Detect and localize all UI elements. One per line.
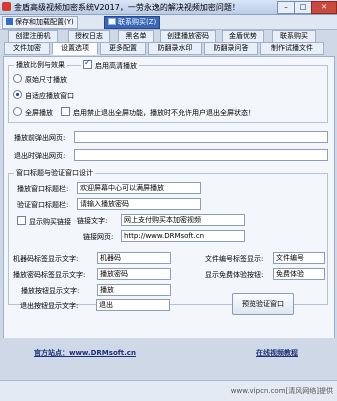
machine-code-input[interactable]: 机器码 — [97, 252, 171, 264]
tab-file-encrypt[interactable]: 文件加密 — [4, 42, 50, 55]
toolbar: 保存和加载配置(Y) 联系购买(Z) — [0, 15, 337, 30]
show-buy-link-checkbox[interactable]: 显示购买链接 — [17, 216, 71, 227]
hq-playback-checkbox[interactable]: 启用高清播放 — [81, 58, 139, 71]
settings-panel: 播放比例与效果 启用高清播放 原始尺寸播放 自适应播放窗口 全屏播放 启用禁止退… — [3, 56, 335, 340]
window-design-group: 窗口标题与验证窗口设计 播放窗口标题栏: 欢迎屏幕中心可以满屏播放 验证窗口标题… — [8, 168, 328, 305]
verify-title-label: 验证窗口标题栏: — [17, 201, 69, 209]
tab-make-trial-file[interactable]: 制作试播文件 — [260, 42, 324, 55]
save-load-config-button[interactable]: 保存和加载配置(Y) — [2, 16, 78, 29]
free-trial-label: 显示免费体验按钮: — [205, 271, 264, 279]
link-text-input[interactable]: 网上支付购买本加密视频 — [121, 214, 245, 226]
checkbox-icon — [17, 216, 26, 225]
tab-strip: 创建注册机 授权日志 黑名单 创建播放密码 金盾优势 联系购买 文件加密 设置选… — [0, 30, 337, 56]
popup-after-label: 退出时弹出网页: — [14, 152, 66, 160]
tab-settings[interactable]: 设置选项 — [52, 42, 98, 55]
official-site-link[interactable]: 官方站点：www.DRMsoft.cn — [34, 348, 136, 358]
verify-title-input[interactable]: 请输入播放密码 — [77, 198, 201, 210]
play-password-input[interactable]: 播放密码 — [97, 268, 171, 280]
contact-purchase-button[interactable]: 联系购买(Z) — [104, 16, 161, 29]
file-number-label: 文件编号标签显示: — [205, 255, 264, 263]
maximize-button[interactable]: □ — [294, 1, 312, 14]
radio-adaptive-window[interactable]: 自适应播放窗口 — [13, 90, 74, 101]
preview-verify-window-button[interactable]: 预览验证窗口 — [232, 293, 294, 315]
watermark-text: www.vipcn.com[清风网络]提供 — [230, 387, 333, 395]
player-title-input[interactable]: 欢迎屏幕中心可以满屏播放 — [77, 182, 201, 194]
hq-playback-check-icon — [83, 58, 92, 69]
status-bar: www.vipcn.com[清风网络]提供 — [0, 380, 337, 401]
radio-adaptive-window-label: 自适应播放窗口 — [25, 92, 74, 100]
window-title: 金盾高级视频加密系统V2017，一劳永逸的解决视频加密问题！ — [14, 3, 240, 12]
online-video-tutorial-link[interactable]: 在线视频教程 — [256, 348, 298, 358]
playback-group: 播放比例与效果 启用高清播放 原始尺寸播放 自适应播放窗口 全屏播放 启用禁止退… — [8, 58, 328, 123]
tab-anti-record-qa[interactable]: 防翻录问答 — [204, 42, 258, 55]
window-design-group-label: 窗口标题与验证窗口设计 — [14, 168, 95, 178]
link-url-input[interactable]: http://www.DRMsoft.cn — [121, 230, 245, 242]
popup-before-url-input[interactable] — [74, 131, 328, 143]
save-icon — [6, 18, 13, 25]
playback-group-label: 播放比例与效果 — [14, 60, 67, 70]
player-title-label: 播放窗口标题栏: — [17, 185, 69, 193]
app-icon — [2, 2, 11, 11]
radio-icon — [13, 74, 22, 83]
play-button-text-input[interactable]: 播放 — [97, 284, 171, 296]
minimize-button[interactable]: – — [277, 1, 295, 14]
link-text-label: 链接文字: — [77, 217, 108, 225]
popup-before-label: 播放前弹出网页: — [14, 134, 66, 142]
radio-original-size-label: 原始尺寸播放 — [25, 76, 67, 84]
radio-icon — [13, 107, 22, 116]
checkbox-icon — [61, 107, 70, 116]
machine-code-label: 机器码标签显示文字: — [13, 255, 79, 263]
play-button-text-label: 播放按钮显示文字: — [21, 287, 80, 295]
save-load-config-label: 保存和加载配置(Y) — [15, 18, 74, 26]
popup-after-url-input[interactable] — [74, 149, 328, 161]
mail-icon — [108, 18, 116, 25]
disable-exit-fullscreen-label: 启用禁止退出全屏功能，播放时不允许用户退出全屏状态！ — [73, 109, 255, 117]
exit-button-text-label: 退出按钮显示文字: — [20, 302, 79, 310]
contact-purchase-label: 联系购买(Z) — [118, 18, 157, 26]
play-password-label: 播放密码标签显示文字: — [13, 271, 86, 279]
tab-more-config[interactable]: 更多配置 — [100, 42, 146, 55]
free-trial-input[interactable]: 免费体验 — [273, 268, 325, 280]
exit-button-text-input[interactable]: 退出 — [96, 299, 170, 311]
disable-exit-fullscreen-checkbox[interactable]: 启用禁止退出全屏功能，播放时不允许用户退出全屏状态！ — [61, 107, 255, 118]
show-buy-link-label: 显示购买链接 — [29, 218, 71, 226]
radio-fullscreen-label: 全屏播放 — [25, 109, 53, 117]
title-bar: 金盾高级视频加密系统V2017，一劳永逸的解决视频加密问题！ – □ ✕ — [0, 0, 337, 15]
hq-playback-label: 启用高清播放 — [95, 62, 137, 70]
tab-anti-record-watermark[interactable]: 防翻录水印 — [148, 42, 202, 55]
close-button[interactable]: ✕ — [311, 1, 337, 14]
radio-original-size[interactable]: 原始尺寸播放 — [13, 74, 67, 85]
radio-fullscreen[interactable]: 全屏播放 — [13, 107, 53, 118]
file-number-input[interactable]: 文件编号 — [273, 252, 325, 264]
link-url-label: 链接网页: — [83, 233, 114, 241]
radio-selected-icon — [13, 90, 22, 99]
